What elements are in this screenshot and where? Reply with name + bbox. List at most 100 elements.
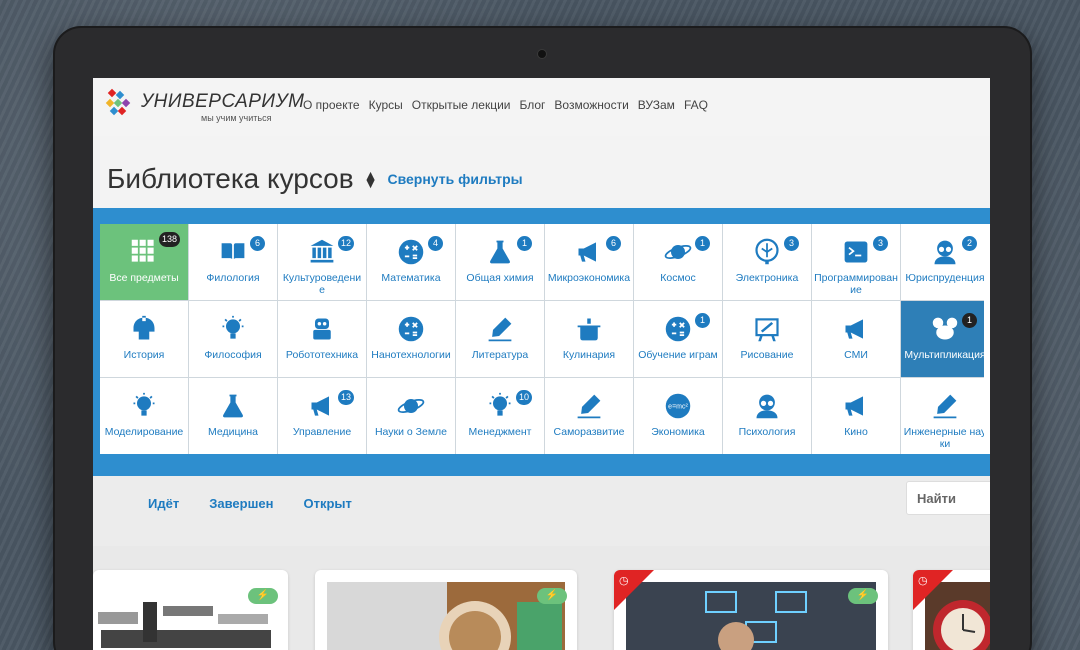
category-tile[interactable]: Кулинария xyxy=(545,301,633,377)
desk-photo-image xyxy=(327,582,565,650)
math-symbols-icon xyxy=(398,316,424,342)
megaphone-icon xyxy=(845,319,863,339)
category-tile[interactable]: e=mc² Экономика xyxy=(634,378,722,454)
flask-icon xyxy=(490,240,510,264)
category-tile[interactable]: Робототехника xyxy=(278,301,366,377)
course-card-2[interactable]: ⚡ xyxy=(315,570,577,650)
helmet-icon xyxy=(133,315,155,340)
category-label: Медицина xyxy=(208,426,258,438)
nav-universities[interactable]: ВУЗам xyxy=(638,98,675,112)
course-card-image xyxy=(626,582,876,650)
category-label: Мультипликация xyxy=(904,349,986,361)
category-tile[interactable]: Космос 1 xyxy=(634,224,722,300)
filter-finished[interactable]: Завершен xyxy=(209,496,273,511)
category-label: Литература xyxy=(471,349,529,361)
category-count-badge: 2 xyxy=(962,236,977,251)
main-nav: О проекте Курсы Открытые лекции Блог Воз… xyxy=(303,98,708,112)
category-tile[interactable]: История xyxy=(100,301,188,377)
category-label: Кино xyxy=(844,426,868,438)
webcam xyxy=(538,50,546,58)
svg-text:e=mc²: e=mc² xyxy=(668,404,688,411)
category-tile[interactable]: Юриспруденция 2 xyxy=(901,224,989,300)
category-tile[interactable]: Медицина xyxy=(189,378,277,454)
category-tile[interactable]: Моделирование xyxy=(100,378,188,454)
category-label: Обучение играм xyxy=(638,349,718,361)
category-tile[interactable]: Литература xyxy=(456,301,544,377)
category-tile[interactable]: СМИ xyxy=(812,301,900,377)
category-count-badge: 4 xyxy=(428,236,443,251)
terminal-icon xyxy=(844,241,868,263)
category-tile[interactable]: Обучение играм 1 xyxy=(634,301,722,377)
status-filters: Идёт Завершен Открыт xyxy=(148,496,352,511)
collapse-filters-link[interactable]: Свернуть фильтры xyxy=(387,171,522,187)
category-tile[interactable]: Общая химия 1 xyxy=(456,224,544,300)
category-label: История xyxy=(123,349,165,361)
mouse-ears-icon xyxy=(932,317,958,340)
category-label: Юриспруденция xyxy=(905,272,985,284)
nav-courses[interactable]: Курсы xyxy=(369,98,403,112)
category-count-badge: 1 xyxy=(695,313,710,328)
category-count-badge: 6 xyxy=(606,236,621,251)
category-tile[interactable]: Культуроведение 12 xyxy=(278,224,366,300)
category-tile[interactable]: Нанотехнологии xyxy=(367,301,455,377)
category-tile[interactable]: Психология xyxy=(723,378,811,454)
category-tile[interactable]: Программирование 3 xyxy=(812,224,900,300)
search-button[interactable]: Найти xyxy=(906,481,990,515)
category-label: Философия xyxy=(204,349,262,361)
category-count-badge: 10 xyxy=(515,390,532,405)
category-label: Общая химия xyxy=(466,272,534,284)
planet-icon xyxy=(397,399,425,413)
site-logo[interactable]: УНИВЕРСАРИУМ мы учим учиться xyxy=(105,88,304,124)
site-header: УНИВЕРСАРИУМ мы учим учиться О проекте К… xyxy=(93,78,990,136)
clock-icon: ◷ xyxy=(619,575,629,587)
category-label: Электроника xyxy=(735,272,799,284)
category-count-badge: 3 xyxy=(784,236,799,251)
course-card-4[interactable]: ◷ xyxy=(913,570,990,650)
easel-icon xyxy=(755,318,779,342)
category-tile[interactable]: Науки о Земле xyxy=(367,378,455,454)
museum-icon xyxy=(310,239,334,263)
category-tile[interactable]: Рисование xyxy=(723,301,811,377)
category-label: Программирование xyxy=(814,272,898,296)
category-label: Экономика xyxy=(651,426,705,438)
category-tile[interactable]: Кино xyxy=(812,378,900,454)
category-tile[interactable]: Все предметы 138 xyxy=(100,224,188,300)
lightbulb-icon xyxy=(489,392,511,416)
category-tile[interactable]: Саморазвитие xyxy=(545,378,633,454)
course-cards: ⚡ ⚡ ◷ ⚡ ◷ xyxy=(93,546,990,650)
nav-blog[interactable]: Блог xyxy=(519,98,545,112)
course-card-image xyxy=(327,582,565,650)
category-tile[interactable]: Мультипликация 1 xyxy=(901,301,989,377)
category-tile[interactable]: Управление 13 xyxy=(278,378,366,454)
grid-icon xyxy=(131,239,154,262)
category-label: Филология xyxy=(206,272,260,284)
nav-faq[interactable]: FAQ xyxy=(684,98,708,112)
course-card-3[interactable]: ◷ ⚡ xyxy=(614,570,888,650)
category-tile[interactable]: Филология 6 xyxy=(189,224,277,300)
sort-arrows-icon[interactable]: ▲ ▼ xyxy=(364,168,378,190)
nav-about[interactable]: О проекте xyxy=(303,98,360,112)
category-count-badge: 12 xyxy=(337,236,354,251)
category-tile[interactable]: Инженерные науки xyxy=(901,378,989,454)
category-label: Саморазвитие xyxy=(553,426,625,438)
category-count-badge: 1 xyxy=(517,236,532,251)
category-tile[interactable]: Математика 4 xyxy=(367,224,455,300)
logo-tagline: мы учим учиться xyxy=(201,113,272,123)
category-tile[interactable]: Электроника 3 xyxy=(723,224,811,300)
title-row: Библиотека курсов ▲ ▼ Свернуть фильтры xyxy=(107,163,523,195)
course-card-1[interactable]: ⚡ xyxy=(93,570,288,650)
nav-open-lectures[interactable]: Открытые лекции xyxy=(412,98,511,112)
category-tile[interactable]: Микроэкономика 6 xyxy=(545,224,633,300)
category-label: Все предметы xyxy=(109,272,179,284)
category-tile[interactable]: Философия xyxy=(189,301,277,377)
category-tile[interactable]: Менеджмент 10 xyxy=(456,378,544,454)
lecturer-photo-image xyxy=(626,582,876,650)
logo-name: УНИВЕРСАРИУМ xyxy=(141,91,305,112)
filter-ongoing[interactable]: Идёт xyxy=(148,496,179,511)
megaphone-icon xyxy=(845,396,863,416)
filter-open[interactable]: Открыт xyxy=(304,496,352,511)
page-title: Библиотека курсов xyxy=(107,163,354,194)
person-glasses-icon xyxy=(756,394,778,419)
nav-features[interactable]: Возможности xyxy=(554,98,628,112)
category-label: Культуроведение xyxy=(282,272,362,296)
